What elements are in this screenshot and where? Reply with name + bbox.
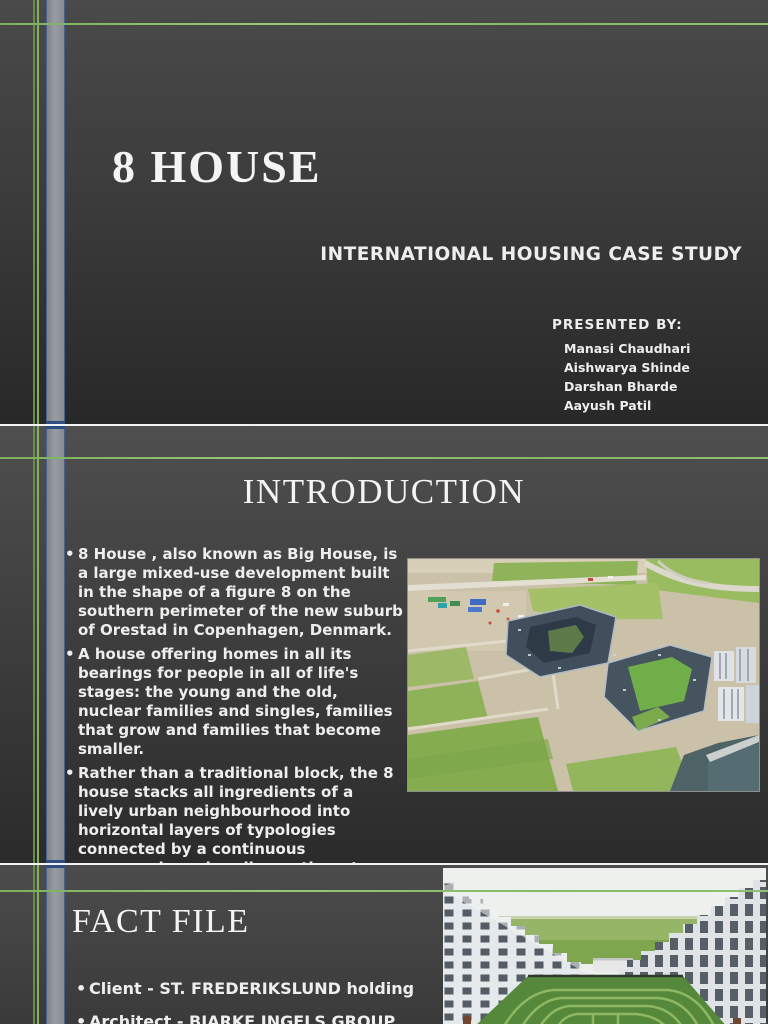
accent-hline (0, 23, 768, 25)
bullet-item: Client - ST. FREDERIKSLUND holding (76, 975, 436, 1003)
aerial-photo-8-house (407, 558, 760, 792)
slide-title-page: 8 HOUSE INTERNATIONAL HOUSING CASE STUDY… (0, 0, 768, 424)
slide1-subtitle: INTERNATIONAL HOUSING CASE STUDY (320, 244, 742, 265)
accent-vline (33, 0, 35, 424)
slide2-title: INTRODUCTION (242, 472, 526, 511)
bullet-item: Architect - BJARKE INGELS GROUP (76, 1008, 436, 1024)
slide-separator (0, 863, 768, 865)
document-page[interactable]: 8 HOUSE INTERNATIONAL HOUSING CASE STUDY… (0, 0, 768, 1024)
slide1-title: 8 HOUSE (112, 141, 322, 192)
slide-introduction: INTRODUCTION 8 House , also known as Big… (0, 426, 768, 863)
bullet-text: Rather than a traditional block, the 8 h… (78, 764, 394, 863)
accent-vline (33, 865, 35, 1024)
accent-vline (37, 0, 39, 424)
presenter-name: Darshan Bharde (564, 379, 678, 394)
presenter-name: Aishwarya Shinde (564, 360, 690, 375)
accent-bar (46, 865, 65, 1024)
slide2-bullet-list: 8 House , also known as Big House, is a … (65, 545, 403, 863)
presenter-name: Manasi Chaudhari (564, 341, 691, 356)
slide3-bullet-list: Client - ST. FREDERIKSLUND holding Archi… (76, 975, 436, 1024)
bullet-item: A house offering homes in all its bearin… (65, 645, 403, 759)
accent-hline (0, 457, 768, 459)
presenter-list: Manasi Chaudhari Aishwarya Shinde Darsha… (564, 339, 690, 415)
slide-fact-file: FACT FILE Client - ST. FREDERIKSLUND hol… (0, 865, 768, 1024)
accent-bar (46, 0, 65, 424)
bullet-item: Rather than a traditional block, the 8 h… (65, 764, 403, 863)
slide3-title: FACT FILE (72, 903, 250, 940)
slide-separator (0, 424, 768, 426)
accent-hline (0, 890, 768, 892)
bullet-item: 8 House , also known as Big House, is a … (65, 545, 403, 640)
accent-vline (37, 865, 39, 1024)
presenter-name: Aayush Patil (564, 398, 652, 413)
presented-by-label: PRESENTED BY: (552, 317, 683, 333)
